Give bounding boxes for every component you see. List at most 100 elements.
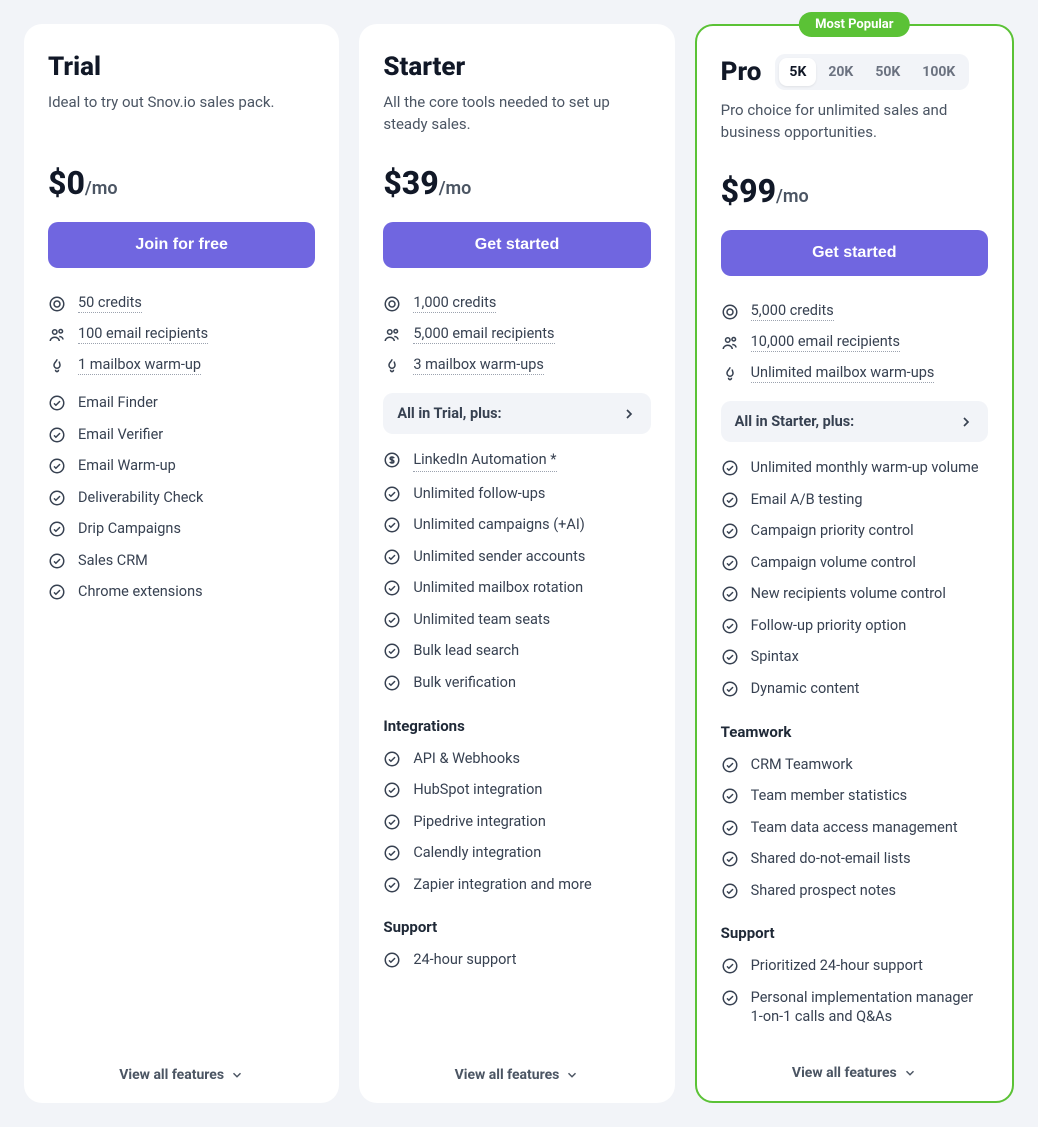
feature-item: API & Webhooks (383, 749, 650, 769)
feature-item: Unlimited monthly warm-up volume (721, 458, 988, 478)
inherit-bar[interactable]: All in Starter, plus: (721, 401, 988, 442)
dollar-icon (383, 450, 401, 469)
cta-button[interactable]: Join for free (48, 222, 315, 268)
feature-item: Personal implementation manager 1-on-1 c… (721, 988, 988, 1027)
metric-text: Unlimited mailbox warm-ups (751, 364, 935, 383)
feature-item: Zapier integration and more (383, 875, 650, 895)
chevron-right-icon (621, 406, 637, 422)
feature-text: Personal implementation manager 1-on-1 c… (751, 988, 988, 1027)
view-all-features[interactable]: View all features (48, 1047, 315, 1083)
feature-item: Unlimited campaigns (+AI) (383, 515, 650, 535)
cta-button[interactable]: Get started (721, 230, 988, 276)
section-title: Teamwork (721, 723, 988, 741)
inherit-bar[interactable]: All in Trial, plus: (383, 393, 650, 434)
chevron-down-icon (565, 1068, 579, 1082)
feature-item: Bulk verification (383, 673, 650, 693)
feature-text: Follow-up priority option (751, 616, 907, 636)
feature-list: Prioritized 24-hour supportPersonal impl… (721, 956, 988, 1027)
feature-item: Unlimited sender accounts (383, 547, 650, 567)
feature-text: HubSpot integration (413, 780, 542, 800)
check-icon (383, 547, 401, 566)
plan-card-pro: Most PopularPro5K20K50K100KPro choice fo… (695, 24, 1014, 1103)
check-icon (48, 488, 66, 507)
check-icon (383, 780, 401, 799)
metrics: 50 credits100 email recipients1 mailbox … (48, 294, 315, 375)
check-icon (721, 956, 739, 975)
feature-text: Deliverability Check (78, 488, 203, 508)
recipients-icon (383, 326, 401, 344)
view-all-label: View all features (119, 1067, 224, 1083)
metric-text: 50 credits (78, 294, 142, 313)
feature-list: API & Webhooks HubSpot integration Pipedri… (383, 749, 650, 895)
metric-warmup: 1 mailbox warm-up (48, 356, 315, 375)
metric-warmup: 3 mailbox warm-ups (383, 356, 650, 375)
check-icon (383, 515, 401, 534)
plan-title: Starter (383, 52, 465, 82)
check-icon (721, 521, 739, 540)
check-icon (48, 456, 66, 475)
warmup-icon (48, 357, 66, 375)
price-period: /mo (439, 178, 472, 199)
feature-text: Unlimited monthly warm-up volume (751, 458, 979, 478)
view-all-features[interactable]: View all features (721, 1045, 988, 1081)
metrics: 5,000 credits10,000 email recipientsUnli… (721, 302, 988, 383)
tier-tab-100k[interactable]: 100K (912, 58, 965, 86)
plan-card-starter: StarterAll the core tools needed to set … (359, 24, 674, 1103)
check-icon (721, 490, 739, 509)
feature-text: Email Warm-up (78, 456, 176, 476)
feature-item: Team data access management (721, 818, 988, 838)
cta-button[interactable]: Get started (383, 222, 650, 268)
price-amount: $0 (48, 164, 85, 202)
warmup-icon (383, 357, 401, 375)
view-all-features[interactable]: View all features (383, 1047, 650, 1083)
check-icon (383, 578, 401, 597)
feature-item: Email Warm-up (48, 456, 315, 476)
check-icon (721, 553, 739, 572)
check-icon (383, 673, 401, 692)
feature-item: Sales CRM (48, 551, 315, 571)
feature-text: Email Verifier (78, 425, 163, 445)
price-amount: $39 (383, 164, 438, 202)
price: $39/mo (383, 164, 650, 202)
section-title: Integrations (383, 717, 650, 735)
tier-tab-20k[interactable]: 20K (818, 58, 863, 86)
feature-text: CRM Teamwork (751, 755, 853, 775)
price-amount: $99 (721, 172, 776, 210)
feature-item: Unlimited follow-ups (383, 484, 650, 504)
chevron-right-icon (958, 414, 974, 430)
check-icon (383, 843, 401, 862)
check-icon (48, 551, 66, 570)
check-icon (48, 425, 66, 444)
metric-text: 5,000 credits (751, 302, 834, 321)
check-icon (383, 641, 401, 660)
check-icon (721, 584, 739, 603)
check-icon (383, 610, 401, 629)
feature-item: LinkedIn Automation * (383, 450, 650, 472)
plan-card-trial: TrialIdeal to try out Snov.io sales pack… (24, 24, 339, 1103)
feature-item: Spintax (721, 647, 988, 667)
feature-item: Email Verifier (48, 425, 315, 445)
price-period: /mo (776, 186, 809, 207)
check-icon (48, 582, 66, 601)
check-icon (383, 950, 401, 969)
feature-text: 24-hour support (413, 950, 516, 970)
check-icon (383, 812, 401, 831)
feature-text: Shared prospect notes (751, 881, 896, 901)
plan-title: Pro (721, 57, 762, 87)
check-icon (721, 988, 739, 1007)
feature-item: Follow-up priority option (721, 616, 988, 636)
feature-item: Calendly integration (383, 843, 650, 863)
popular-badge: Most Popular (799, 12, 909, 37)
feature-item: Drip Campaigns (48, 519, 315, 539)
tier-tab-50k[interactable]: 50K (865, 58, 910, 86)
feature-text: Team data access management (751, 818, 958, 838)
feature-text: Unlimited mailbox rotation (413, 578, 583, 598)
warmup-icon (721, 365, 739, 383)
feature-text: Unlimited sender accounts (413, 547, 585, 567)
price: $0/mo (48, 164, 315, 202)
tier-tab-5k[interactable]: 5K (779, 58, 816, 86)
feature-text: Pipedrive integration (413, 812, 546, 832)
feature-item: CRM Teamwork (721, 755, 988, 775)
check-icon (48, 519, 66, 538)
feature-item: Email A/B testing (721, 490, 988, 510)
